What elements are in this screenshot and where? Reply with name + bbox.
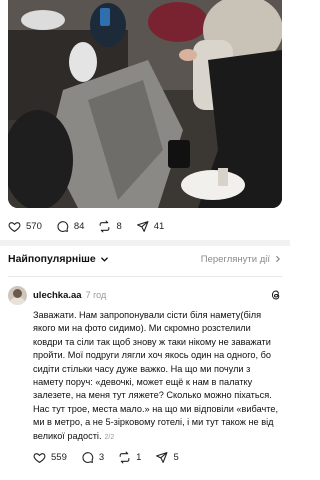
sort-label: Найпопулярніше bbox=[8, 253, 96, 265]
share-icon bbox=[156, 452, 168, 463]
repost-icon bbox=[119, 451, 130, 464]
comment-actions: 559 3 1 5 bbox=[33, 451, 179, 464]
comment-like-action[interactable]: 559 bbox=[33, 451, 67, 464]
comment-count: 84 bbox=[73, 220, 85, 232]
repost-count: 8 bbox=[116, 220, 122, 232]
repost-action[interactable]: 8 bbox=[98, 220, 122, 233]
share-count: 41 bbox=[153, 220, 165, 232]
like-count: 570 bbox=[26, 220, 42, 232]
comment-reply-count: 3 bbox=[98, 452, 105, 463]
share-icon bbox=[136, 220, 149, 232]
view-activity-label: Переглянути дії bbox=[200, 253, 270, 265]
comment-divider bbox=[8, 276, 282, 277]
comment-header: ulechka.aa 7 год bbox=[8, 283, 282, 307]
chevron-down-icon bbox=[100, 256, 108, 262]
comment-share-action[interactable]: 5 bbox=[155, 451, 179, 464]
photo-illustration bbox=[8, 0, 282, 208]
comment-page-indicator: 2/2 bbox=[104, 433, 115, 441]
comment-text-content: Заважати. Нам запропонували сісти біля н… bbox=[33, 310, 279, 441]
sort-dropdown[interactable]: Найпопулярніше bbox=[8, 253, 109, 265]
comment-share-count: 5 bbox=[173, 452, 179, 463]
comment-icon bbox=[82, 452, 94, 463]
comment-text: Заважати. Нам запропонували сісти біля н… bbox=[33, 309, 281, 444]
like-action[interactable]: 570 bbox=[8, 220, 42, 233]
view-activity-link[interactable]: Переглянути дії bbox=[201, 254, 282, 265]
threads-logo-icon[interactable] bbox=[270, 289, 282, 301]
comment-like-count: 559 bbox=[51, 452, 67, 463]
heart-icon bbox=[33, 453, 46, 464]
post-photo[interactable] bbox=[8, 0, 282, 208]
post-actions: 570 84 8 41 bbox=[8, 217, 282, 235]
comment-username[interactable]: ulechka.aa bbox=[33, 290, 82, 301]
comment-item: ulechka.aa 7 год Заважати. Нам запропону… bbox=[8, 283, 282, 444]
avatar[interactable] bbox=[8, 285, 27, 305]
replies-sort-row: Найпопулярніше Переглянути дії bbox=[8, 248, 282, 270]
share-action[interactable]: 41 bbox=[136, 220, 165, 233]
chevron-right-icon bbox=[276, 256, 281, 262]
repost-icon bbox=[100, 220, 110, 232]
comment-action[interactable]: 84 bbox=[56, 220, 85, 233]
comment-reply-action[interactable]: 3 bbox=[81, 451, 104, 464]
section-divider bbox=[0, 240, 290, 246]
comment-repost-action[interactable]: 1 bbox=[118, 451, 141, 464]
comment-repost-count: 1 bbox=[136, 452, 142, 463]
heart-icon bbox=[8, 221, 21, 232]
comment-time: 7 год bbox=[85, 290, 107, 300]
comment-icon bbox=[57, 220, 69, 232]
